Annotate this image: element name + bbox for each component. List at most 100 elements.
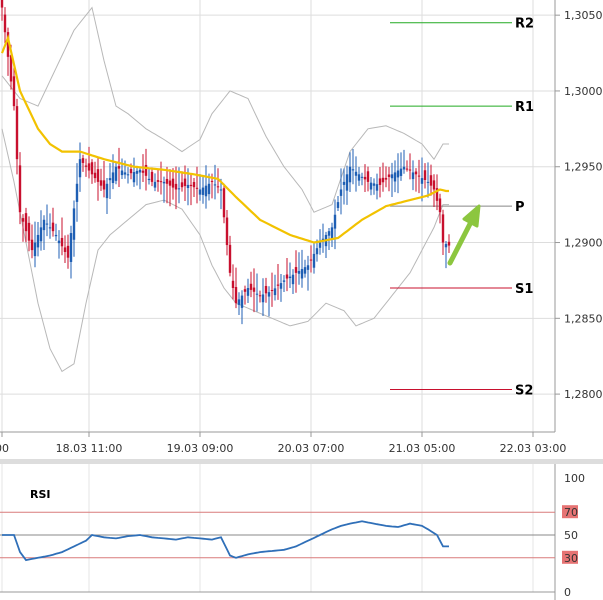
candle-body bbox=[375, 184, 379, 191]
candle-body bbox=[402, 166, 406, 170]
candle-body bbox=[72, 208, 76, 240]
candle-body bbox=[45, 223, 49, 225]
price-tick-label: 1,2850 bbox=[564, 312, 603, 325]
candle-body bbox=[126, 174, 130, 176]
candle-body bbox=[351, 169, 355, 171]
candle-body bbox=[444, 244, 448, 248]
candle-body bbox=[63, 247, 67, 252]
candle-body bbox=[204, 185, 208, 197]
pivot-label-s2: S2 bbox=[515, 384, 533, 399]
candle-body bbox=[69, 233, 73, 262]
candle-body bbox=[246, 288, 250, 296]
price-tick-label: 1,2900 bbox=[564, 237, 603, 250]
time-tick-label: 21.03 05:00 bbox=[389, 442, 456, 455]
candle-body bbox=[273, 288, 277, 296]
candle-body bbox=[408, 169, 412, 171]
candle-body bbox=[186, 184, 190, 189]
rsi-tick-label: 70 bbox=[564, 506, 578, 519]
rsi-tick-label: 50 bbox=[564, 529, 578, 542]
candle-body bbox=[147, 178, 151, 181]
candle-body bbox=[432, 180, 436, 190]
candle-body bbox=[21, 218, 25, 222]
candle-body bbox=[306, 265, 310, 270]
candle-body bbox=[78, 159, 82, 178]
candle-body bbox=[12, 76, 16, 107]
candle-body bbox=[300, 269, 304, 279]
candle-body bbox=[297, 270, 301, 274]
pivot-label-r1: R1 bbox=[515, 100, 534, 115]
candle-body bbox=[429, 175, 433, 186]
candle-body bbox=[348, 166, 352, 183]
panel-separator[interactable] bbox=[0, 459, 603, 464]
candle-body bbox=[60, 237, 64, 247]
candle-body bbox=[360, 176, 364, 178]
candle-body bbox=[333, 214, 337, 229]
candle-body bbox=[240, 295, 244, 308]
candle-body bbox=[0, 0, 4, 8]
candle-body bbox=[165, 178, 169, 184]
candle-body bbox=[312, 253, 316, 268]
candle-body bbox=[396, 170, 400, 178]
candle-body bbox=[264, 285, 268, 294]
pivot-label-r2: R2 bbox=[515, 17, 534, 32]
candle-body bbox=[75, 183, 79, 202]
candle-body bbox=[228, 244, 232, 273]
candle-body bbox=[15, 106, 19, 160]
candle-body bbox=[276, 284, 280, 286]
candle-body bbox=[27, 222, 31, 241]
candle-body bbox=[447, 241, 451, 246]
candle-body bbox=[102, 180, 106, 190]
price-tick-label: 1,3050 bbox=[564, 9, 603, 22]
candle-body bbox=[189, 184, 193, 187]
candle-body bbox=[123, 172, 127, 175]
candle-body bbox=[129, 169, 133, 174]
candle-body bbox=[162, 181, 166, 184]
candle-body bbox=[285, 274, 289, 279]
candle-body bbox=[249, 283, 253, 290]
candle-body bbox=[120, 170, 124, 176]
candle-body bbox=[426, 181, 430, 183]
candle-body bbox=[24, 213, 28, 232]
candle-body bbox=[381, 177, 385, 183]
candle-body bbox=[294, 267, 298, 273]
candle-body bbox=[138, 169, 142, 173]
time-tick-label: 00 bbox=[0, 442, 9, 455]
candle-body bbox=[156, 180, 160, 182]
candle-body bbox=[372, 183, 376, 186]
candle-body bbox=[405, 168, 409, 170]
candle-body bbox=[99, 180, 103, 186]
candle-body bbox=[210, 180, 214, 182]
time-tick-label: 18.03 11:00 bbox=[56, 442, 123, 455]
candle-body bbox=[207, 183, 211, 195]
candle-body bbox=[219, 189, 223, 191]
candle-body bbox=[18, 165, 22, 213]
candle-body bbox=[108, 178, 112, 181]
candle-body bbox=[261, 294, 265, 303]
candle-body bbox=[369, 182, 373, 190]
candle-body bbox=[258, 295, 262, 297]
candle-body bbox=[234, 287, 238, 304]
candle-body bbox=[282, 280, 286, 282]
candle-body bbox=[399, 168, 403, 176]
candle-body bbox=[231, 280, 235, 288]
candle-body bbox=[303, 267, 307, 274]
time-tick-label: 20.03 07:00 bbox=[278, 442, 345, 455]
candle-body bbox=[384, 177, 388, 180]
candle-body bbox=[309, 259, 313, 261]
candle-body bbox=[183, 178, 187, 187]
candle-body bbox=[366, 171, 370, 182]
candle-body bbox=[201, 187, 205, 195]
rsi-title: RSI bbox=[30, 488, 51, 501]
candle-body bbox=[342, 181, 346, 185]
candle-body bbox=[93, 172, 97, 179]
candle-body bbox=[330, 227, 334, 239]
candle-body bbox=[390, 174, 394, 179]
candle-body bbox=[39, 227, 43, 242]
candle-body bbox=[279, 283, 283, 289]
candle-body bbox=[423, 170, 427, 180]
candle-body bbox=[420, 178, 424, 184]
time-tick-label: 22.03 03:00 bbox=[500, 442, 567, 455]
price-tick-label: 1,2950 bbox=[564, 161, 603, 174]
candle-body bbox=[315, 248, 319, 255]
candle-body bbox=[66, 245, 70, 258]
